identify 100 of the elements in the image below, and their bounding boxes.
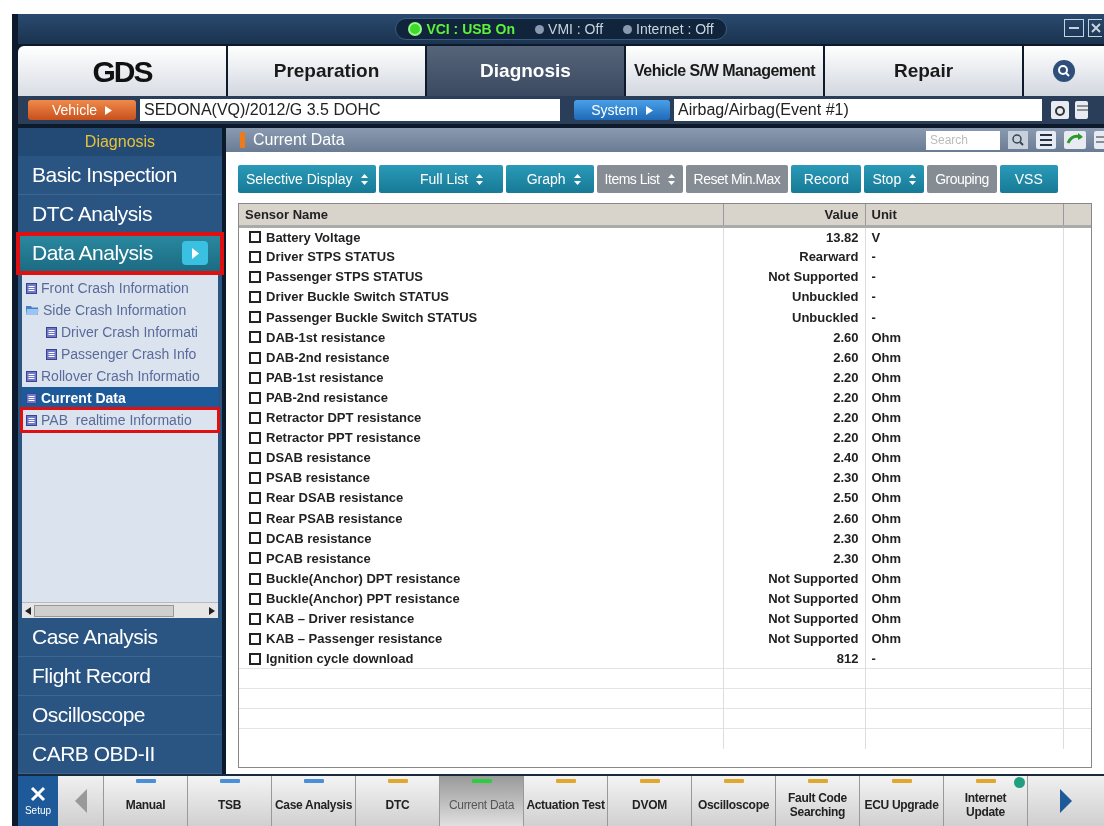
toolbar-button[interactable]: Stop: [864, 165, 925, 193]
checkbox[interactable]: [249, 411, 261, 424]
toolbar-item[interactable]: DTC: [356, 776, 440, 826]
minimize-button[interactable]: [1064, 19, 1084, 37]
sidebar-item[interactable]: Data Analysis: [18, 234, 222, 273]
sidebar-item[interactable]: Oscilloscope: [18, 696, 222, 735]
checkbox[interactable]: [249, 311, 261, 324]
checkbox[interactable]: [249, 532, 261, 545]
unit-cell: Ohm: [865, 387, 1063, 408]
refresh-icon[interactable]: [1064, 131, 1086, 149]
toolbar-item[interactable]: Case Analysis: [272, 776, 356, 826]
checkbox[interactable]: [249, 291, 261, 304]
checkbox[interactable]: [249, 512, 261, 525]
checkbox[interactable]: [249, 592, 261, 605]
next-button[interactable]: [1028, 776, 1104, 826]
unit-cell: Ohm: [865, 568, 1063, 589]
checkbox[interactable]: [249, 652, 261, 665]
tab[interactable]: Repair: [825, 46, 1022, 96]
tree-item[interactable]: Current Data: [22, 387, 218, 409]
search-field[interactable]: Search: [926, 130, 1000, 150]
toolbar-button[interactable]: Record: [791, 165, 862, 193]
checkbox[interactable]: [249, 251, 261, 264]
column-header[interactable]: Value: [723, 204, 865, 226]
toolbar-item[interactable]: TSB: [188, 776, 272, 826]
checkbox[interactable]: [249, 331, 261, 344]
sidebar-item[interactable]: Flight Record: [18, 657, 222, 696]
system-field[interactable]: Airbag/Airbag(Event #1): [674, 99, 1042, 121]
checkbox[interactable]: [249, 452, 261, 464]
toolbar-button[interactable]: Full List: [378, 165, 503, 193]
document-icon: [46, 348, 57, 360]
panel-icon[interactable]: [1094, 131, 1104, 149]
unit-cell: Ohm: [865, 528, 1063, 549]
toolbar-item[interactable]: DVOM: [608, 776, 692, 826]
checkbox[interactable]: [249, 612, 261, 625]
sensor-name: PAB-2nd resistance: [266, 388, 388, 407]
sidebar-item[interactable]: Case Analysis: [18, 618, 222, 657]
value-cell: 2.30: [723, 468, 865, 489]
tree-item[interactable]: Passenger Crash Info: [22, 343, 218, 365]
tree-item[interactable]: Rollover Crash Informatio: [22, 365, 218, 387]
toolbar-button[interactable]: VSS: [999, 165, 1058, 193]
right-arrow-icon: [1060, 789, 1072, 813]
vehicle-field[interactable]: SEDONA(VQ)/2012/G 3.5 DOHC: [140, 99, 560, 121]
checkbox[interactable]: [249, 371, 261, 384]
sensor-name: DSAB resistance: [266, 449, 371, 468]
tree-item[interactable]: Driver Crash Informati: [22, 321, 218, 343]
toolbar-item[interactable]: Fault Code Searching: [776, 776, 860, 826]
checkbox[interactable]: [249, 632, 261, 645]
sensor-name: Buckle(Anchor) PPT resistance: [266, 589, 460, 608]
checkbox[interactable]: [249, 472, 261, 485]
checkbox[interactable]: [249, 552, 261, 565]
search-icon[interactable]: [1008, 131, 1028, 149]
status-label: VMI : Off: [548, 19, 604, 39]
setup-button[interactable]: Setup: [18, 776, 58, 826]
tab[interactable]: Vehicle S/W Management: [626, 46, 823, 96]
checkbox[interactable]: [249, 271, 261, 284]
column-header[interactable]: Sensor Name: [239, 204, 723, 226]
toolbar-item[interactable]: Actuation Test: [524, 776, 608, 826]
search-icon[interactable]: [1053, 60, 1075, 82]
tab[interactable]: Diagnosis: [427, 46, 624, 96]
value-cell: Not Supported: [723, 628, 865, 649]
checkbox[interactable]: [249, 391, 261, 404]
horizontal-scrollbar[interactable]: [22, 602, 218, 618]
value-cell: 13.82: [723, 226, 865, 247]
document-icon: [26, 370, 37, 382]
window-icon[interactable]: [1074, 100, 1088, 120]
scroll-left-icon[interactable]: [25, 606, 31, 615]
toolbar-item[interactable]: Oscilloscope: [692, 776, 776, 826]
value-cell: 2.60: [723, 347, 865, 368]
camera-icon[interactable]: [1050, 100, 1070, 120]
tree-item[interactable]: Side Crash Information: [22, 299, 218, 321]
sidebar-item[interactable]: Basic Inspection: [18, 156, 222, 195]
toolbar-button[interactable]: Selective Display: [238, 165, 376, 193]
marker-icon: [240, 132, 245, 148]
tab[interactable]: Preparation: [228, 46, 425, 96]
scroll-right-icon[interactable]: [209, 606, 215, 615]
checkbox[interactable]: [249, 351, 261, 364]
toolbar-item[interactable]: Current Data: [440, 776, 524, 826]
value-cell: 2.30: [723, 548, 865, 569]
unit-cell: -: [865, 267, 1063, 288]
value-cell: 2.60: [723, 508, 865, 529]
value-cell: Not Supported: [723, 608, 865, 629]
unit-cell: Ohm: [865, 628, 1063, 649]
column-header[interactable]: Unit: [865, 204, 1063, 226]
document-icon: [46, 326, 57, 338]
tree-item[interactable]: PAB realtime Informatio: [22, 409, 218, 431]
tree-item[interactable]: Front Crash Information: [22, 277, 218, 299]
list-icon[interactable]: [1036, 131, 1056, 149]
checkbox[interactable]: [249, 231, 261, 244]
folder-icon: [26, 304, 39, 316]
checkbox[interactable]: [249, 431, 261, 444]
checkbox[interactable]: [249, 492, 261, 505]
toolbar-item[interactable]: Internet Update: [944, 776, 1028, 826]
value-cell: 2.60: [723, 327, 865, 348]
toolbar-item[interactable]: ECU Upgrade: [860, 776, 944, 826]
toolbar-button[interactable]: Graph: [505, 165, 594, 193]
checkbox[interactable]: [249, 572, 261, 585]
system-button[interactable]: System: [574, 100, 670, 120]
value-cell: 2.30: [723, 528, 865, 549]
close-button[interactable]: [1088, 19, 1102, 37]
toolbar-item[interactable]: Manual: [104, 776, 188, 826]
